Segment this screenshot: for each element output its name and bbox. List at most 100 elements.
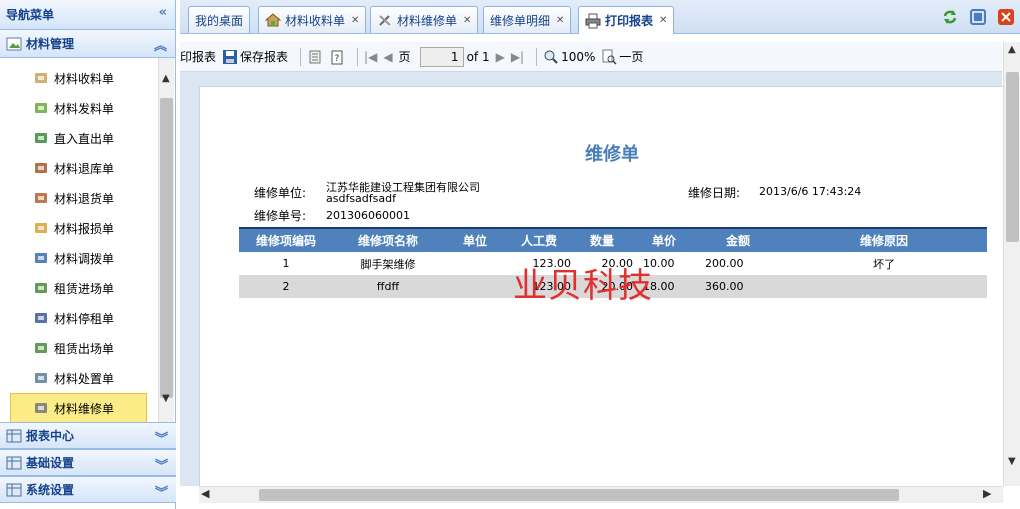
sidebar-scrollbar[interactable]: ▲ ▼: [158, 58, 174, 422]
table-column-header: 人工费: [507, 227, 571, 252]
sidebar-item[interactable]: 材料退库单: [10, 153, 147, 183]
section-title: 材料管理: [26, 37, 75, 51]
close-icon[interactable]: ✕: [659, 15, 667, 26]
table-cell: 123.00: [507, 275, 571, 298]
lease-in-icon: [35, 283, 47, 293]
sidebar-panel-header[interactable]: 报表中心 ︾: [0, 422, 176, 449]
next-page-icon[interactable]: ▶: [496, 50, 505, 64]
table-cell: 200.00: [705, 257, 744, 270]
monitor-icon: [6, 483, 22, 496]
table-cell: 18.00: [633, 275, 695, 298]
close-icon[interactable]: ✕: [351, 15, 359, 26]
tab-print-report[interactable]: 打印报表 ✕: [578, 6, 675, 34]
expand-down-icon[interactable]: ︾: [155, 455, 168, 474]
table-column-header: 金额: [695, 227, 781, 252]
sidebar-item[interactable]: 直入直出单: [10, 123, 147, 153]
report-vscroll-thumb[interactable]: [1006, 72, 1019, 242]
sidebar-item-label: 直入直出单: [54, 131, 115, 146]
collapse-left-icon[interactable]: «: [159, 5, 167, 20]
sidebar-panel-header[interactable]: 系统设置 ︾: [0, 476, 176, 503]
report-vertical-scrollbar[interactable]: ▲ ▼: [1003, 42, 1020, 486]
clipboard-icon[interactable]: ?: [329, 49, 345, 65]
repair-items-table: 维修项编码 维修项名称 单位 人工费 数量 单价 金额 维修原因 1 脚手架维修 123.00 20…: [239, 227, 987, 298]
sidebar-item-label: 材料处置单: [54, 371, 115, 386]
report-toolbar: 印报表 保存报表 ? |◀ ◀ 页 1 of 1 ▶ ▶| 100% 一页: [180, 42, 1002, 72]
tab-label: 材料维修单: [397, 13, 458, 28]
page-number-input[interactable]: 1: [419, 46, 464, 67]
table-cell: 360.00: [695, 275, 781, 298]
tab-label: 我的桌面: [195, 13, 244, 28]
tab-repair-detail[interactable]: 维修单明细 ✕: [483, 6, 572, 33]
table-cell: ffdff: [333, 275, 443, 298]
report-hscroll-thumb[interactable]: [259, 489, 899, 501]
print-report-button[interactable]: 印报表: [180, 48, 216, 65]
scroll-up-icon[interactable]: ▲: [1008, 44, 1016, 55]
scroll-down-icon[interactable]: ▼: [1008, 456, 1016, 467]
refresh-icon[interactable]: [941, 8, 959, 26]
section-image-icon: [6, 37, 22, 50]
table-cell: 1: [282, 257, 290, 270]
zoom-button[interactable]: 100%: [543, 49, 595, 65]
repair-date-label: 维修日期:: [688, 186, 741, 200]
print-report-label: 印报表: [180, 50, 217, 64]
tab-material-receive[interactable]: 材料收料单 ✕: [258, 6, 367, 33]
collapse-up-icon[interactable]: ︽: [154, 35, 167, 54]
panel-title: 报表中心: [26, 429, 75, 443]
sidebar-item[interactable]: 材料退货单: [10, 183, 147, 213]
sidebar-item[interactable]: 材料维修单: [10, 393, 147, 422]
repair-number-label: 维修单号:: [254, 209, 307, 223]
sidebar-item[interactable]: 材料报损单: [10, 213, 147, 243]
sidebar-scroll-thumb[interactable]: [160, 98, 173, 398]
sidebar-item-label: 租赁出场单: [54, 341, 115, 356]
close-icon[interactable]: ✕: [463, 15, 471, 26]
page-label: 页: [398, 50, 411, 64]
one-page-button[interactable]: 一页: [601, 48, 643, 65]
save-disk-icon: [223, 49, 238, 64]
prev-page-icon[interactable]: ◀: [383, 50, 392, 64]
maximize-icon[interactable]: [969, 8, 987, 26]
scroll-up-icon[interactable]: ▲: [162, 73, 170, 84]
truck-return-icon: [35, 193, 47, 203]
last-page-icon[interactable]: ▶|: [511, 50, 524, 64]
sidebar-item[interactable]: 材料处置单: [10, 363, 147, 393]
save-report-button[interactable]: 保存报表: [222, 48, 288, 65]
sidebar-panel-header[interactable]: 基础设置 ︾: [0, 449, 176, 476]
panel-title: 系统设置: [26, 483, 75, 497]
sidebar-item[interactable]: 材料停租单: [10, 303, 147, 333]
table-icon: [6, 429, 22, 442]
sidebar-item[interactable]: 材料收料单: [10, 63, 147, 93]
scroll-left-icon[interactable]: ◀: [201, 487, 209, 500]
sidebar-item[interactable]: 租赁进场单: [10, 273, 147, 303]
settings-doc-icon: [6, 456, 22, 469]
tab-bar: 我的桌面 材料收料单 ✕ 材料维修单 ✕ 维修单明细 ✕ 打印报表 ✕: [180, 0, 1020, 34]
scroll-right-icon[interactable]: ▶: [983, 487, 991, 500]
toolbar-separator: [536, 47, 538, 66]
repair-number-value: 201306060001: [326, 209, 410, 222]
report-horizontal-scrollbar[interactable]: ◀ ▶: [199, 486, 1003, 503]
page-zoom-icon: [602, 49, 617, 65]
expand-down-icon[interactable]: ︾: [155, 482, 168, 501]
material-section-header[interactable]: 材料管理 ︽: [0, 30, 175, 58]
zoom-level: 100%: [561, 49, 596, 64]
close-window-icon[interactable]: [997, 8, 1015, 26]
expand-down-icon[interactable]: ︾: [155, 428, 168, 447]
sidebar-item[interactable]: 租赁出场单: [10, 333, 147, 363]
sidebar-item[interactable]: 材料发料单: [10, 93, 147, 123]
table-cell: 坏了: [873, 257, 895, 271]
repair-unit-label: 维修单位:: [254, 186, 307, 200]
table-header-row: 维修项编码 维修项名称 单位 人工费 数量 单价 金额 维修原因: [239, 227, 987, 252]
sidebar-item-label: 材料报损单: [54, 221, 115, 236]
save-report-label: 保存报表: [240, 50, 289, 64]
page-setup-icon[interactable]: [307, 49, 323, 65]
close-icon[interactable]: ✕: [556, 15, 564, 26]
house-icon: [265, 13, 281, 27]
table-row: 2 ffdff 123.00 20.00 18.00 360.00: [239, 275, 987, 298]
first-page-icon[interactable]: |◀: [364, 50, 377, 64]
material-menu-list: 材料收料单 材料发料单直入直出单材料退库单 材料退货单材料报损单材料调拨单 租赁进场单…: [0, 58, 158, 422]
lease-out-icon: [35, 343, 47, 353]
tab-material-repair[interactable]: 材料维修单 ✕: [370, 6, 479, 33]
table-cell: [443, 275, 507, 298]
tab-my-desktop[interactable]: 我的桌面: [188, 6, 251, 33]
sidebar-item[interactable]: 材料调拨单: [10, 243, 147, 273]
scroll-down-icon[interactable]: ▼: [162, 393, 170, 404]
